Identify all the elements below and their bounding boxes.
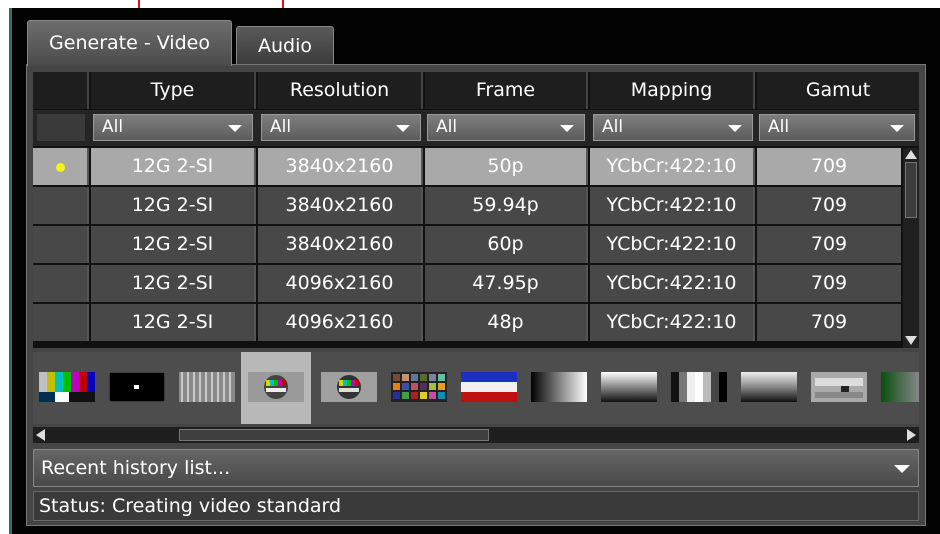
- cell-mapping: YCbCr:422:10: [590, 187, 755, 224]
- test-card-selected-tile[interactable]: [241, 352, 311, 424]
- cell-gamut: 709: [757, 265, 901, 302]
- cell-frame: 48p: [425, 304, 588, 341]
- type-filter-value: All: [102, 117, 124, 137]
- selected-dot-icon: [56, 163, 65, 172]
- cell-mapping: YCbCr:422:10: [590, 265, 755, 302]
- cell-gamut: 709: [757, 187, 901, 224]
- test-card-alt-icon[interactable]: [321, 372, 377, 402]
- cell-resolution: 3840x2160: [258, 148, 423, 185]
- cell-mapping: YCbCr:422:10: [590, 148, 755, 185]
- table-body: 12G 2-SI 3840x2160 50p YCbCr:422:10 709 …: [33, 148, 901, 348]
- cell-gamut: 709: [757, 148, 901, 185]
- vertical-scroll-thumb[interactable]: [905, 162, 917, 218]
- gray-steps-icon[interactable]: [671, 372, 727, 402]
- cell-frame: 60p: [425, 226, 588, 263]
- row-indicator: [33, 265, 89, 302]
- table-vertical-scrollbar[interactable]: [903, 148, 919, 348]
- cell-type: 12G 2-SI: [91, 148, 256, 185]
- rgb-bars-icon[interactable]: [461, 372, 517, 402]
- row-indicator: [33, 226, 89, 263]
- scroll-right-icon[interactable]: [907, 429, 916, 441]
- color-checker-icon[interactable]: [391, 372, 447, 402]
- pluge-icon[interactable]: [811, 372, 867, 402]
- cell-type: 12G 2-SI: [91, 265, 256, 302]
- resolution-filter-dropdown[interactable]: All: [261, 114, 421, 141]
- gamut-filter-dropdown[interactable]: All: [759, 114, 915, 141]
- row-indicator: [33, 304, 89, 341]
- smpte-bars-icon[interactable]: [39, 372, 95, 402]
- cell-type: 12G 2-SI: [91, 304, 256, 341]
- header-type[interactable]: Type: [91, 72, 256, 109]
- cell-frame: 47.95p: [425, 265, 588, 302]
- status-text: Status: Creating video standard: [39, 495, 342, 517]
- table-row[interactable]: 12G 2-SI 3840x2160 60p YCbCr:422:10 709: [33, 226, 901, 263]
- frame-filter-dropdown[interactable]: All: [427, 114, 585, 141]
- frame-filter-value: All: [436, 117, 458, 137]
- header-gamut[interactable]: Gamut: [757, 72, 919, 109]
- mapping-filter-value: All: [602, 117, 624, 137]
- row-indicator: [33, 148, 89, 185]
- pattern-thumbnail-strip: [33, 352, 919, 424]
- horizontal-gradient-icon[interactable]: [531, 372, 587, 402]
- scroll-left-icon[interactable]: [36, 429, 45, 441]
- cell-gamut: 709: [757, 304, 901, 341]
- scroll-up-icon[interactable]: [905, 150, 917, 159]
- table-row[interactable]: 12G 2-SI 3840x2160 59.94p YCbCr:422:10 7…: [33, 187, 901, 224]
- cell-mapping: YCbCr:422:10: [590, 304, 755, 341]
- black-dot-icon[interactable]: [108, 371, 166, 403]
- green-ramp-icon[interactable]: [881, 372, 919, 402]
- table-row[interactable]: 12G 2-SI 3840x2160 50p YCbCr:422:10 709: [33, 148, 901, 185]
- horizontal-scroll-thumb[interactable]: [179, 429, 489, 441]
- tab-generate-video[interactable]: Generate - Video: [27, 20, 232, 66]
- cell-type: 12G 2-SI: [91, 226, 256, 263]
- generate-video-panel: Type Resolution Frame Mapping Gamut All …: [26, 64, 926, 526]
- header-resolution[interactable]: Resolution: [258, 72, 423, 109]
- filter-blank: [37, 114, 85, 141]
- table-header: Type Resolution Frame Mapping Gamut: [33, 72, 919, 109]
- chevron-down-icon: [728, 125, 742, 132]
- mapping-filter-dropdown[interactable]: All: [593, 114, 753, 141]
- cell-resolution: 4096x2160: [258, 265, 423, 302]
- cell-frame: 50p: [425, 148, 588, 185]
- chevron-down-icon: [894, 465, 910, 473]
- vertical-gradient-icon[interactable]: [741, 372, 797, 402]
- vertical-ramp-icon[interactable]: [601, 372, 657, 402]
- table-row[interactable]: 12G 2-SI 4096x2160 48p YCbCr:422:10 709: [33, 304, 901, 341]
- cell-frame: 59.94p: [425, 187, 588, 224]
- chevron-down-icon: [560, 125, 574, 132]
- tab-audio[interactable]: Audio: [236, 26, 334, 64]
- header-mapping[interactable]: Mapping: [590, 72, 755, 109]
- cell-resolution: 4096x2160: [258, 304, 423, 341]
- cell-type: 12G 2-SI: [91, 187, 256, 224]
- cell-resolution: 3840x2160: [258, 187, 423, 224]
- chevron-down-icon: [890, 125, 904, 132]
- table-row[interactable]: 12G 2-SI 4096x2160 47.95p YCbCr:422:10 7…: [33, 265, 901, 302]
- scroll-down-icon[interactable]: [905, 336, 917, 345]
- cell-mapping: YCbCr:422:10: [590, 226, 755, 263]
- thumbnail-horizontal-scrollbar[interactable]: [33, 427, 919, 443]
- recent-history-label: Recent history list...: [41, 457, 231, 479]
- row-indicator: [33, 187, 89, 224]
- cell-gamut: 709: [757, 226, 901, 263]
- filter-row: All All All All All: [33, 110, 919, 146]
- standards-table: Type Resolution Frame Mapping Gamut All …: [33, 72, 919, 348]
- vertical-lines-icon[interactable]: [179, 372, 235, 402]
- resolution-filter-value: All: [270, 117, 292, 137]
- status-bar: Status: Creating video standard: [33, 491, 919, 521]
- type-filter-dropdown[interactable]: All: [93, 114, 253, 141]
- chevron-down-icon: [228, 125, 242, 132]
- cell-resolution: 3840x2160: [258, 226, 423, 263]
- header-indicator: [33, 72, 89, 109]
- recent-history-dropdown[interactable]: Recent history list...: [33, 449, 919, 487]
- gamut-filter-value: All: [768, 117, 790, 137]
- header-frame[interactable]: Frame: [425, 72, 588, 109]
- chevron-down-icon: [396, 125, 410, 132]
- test-card-icon: [248, 372, 304, 402]
